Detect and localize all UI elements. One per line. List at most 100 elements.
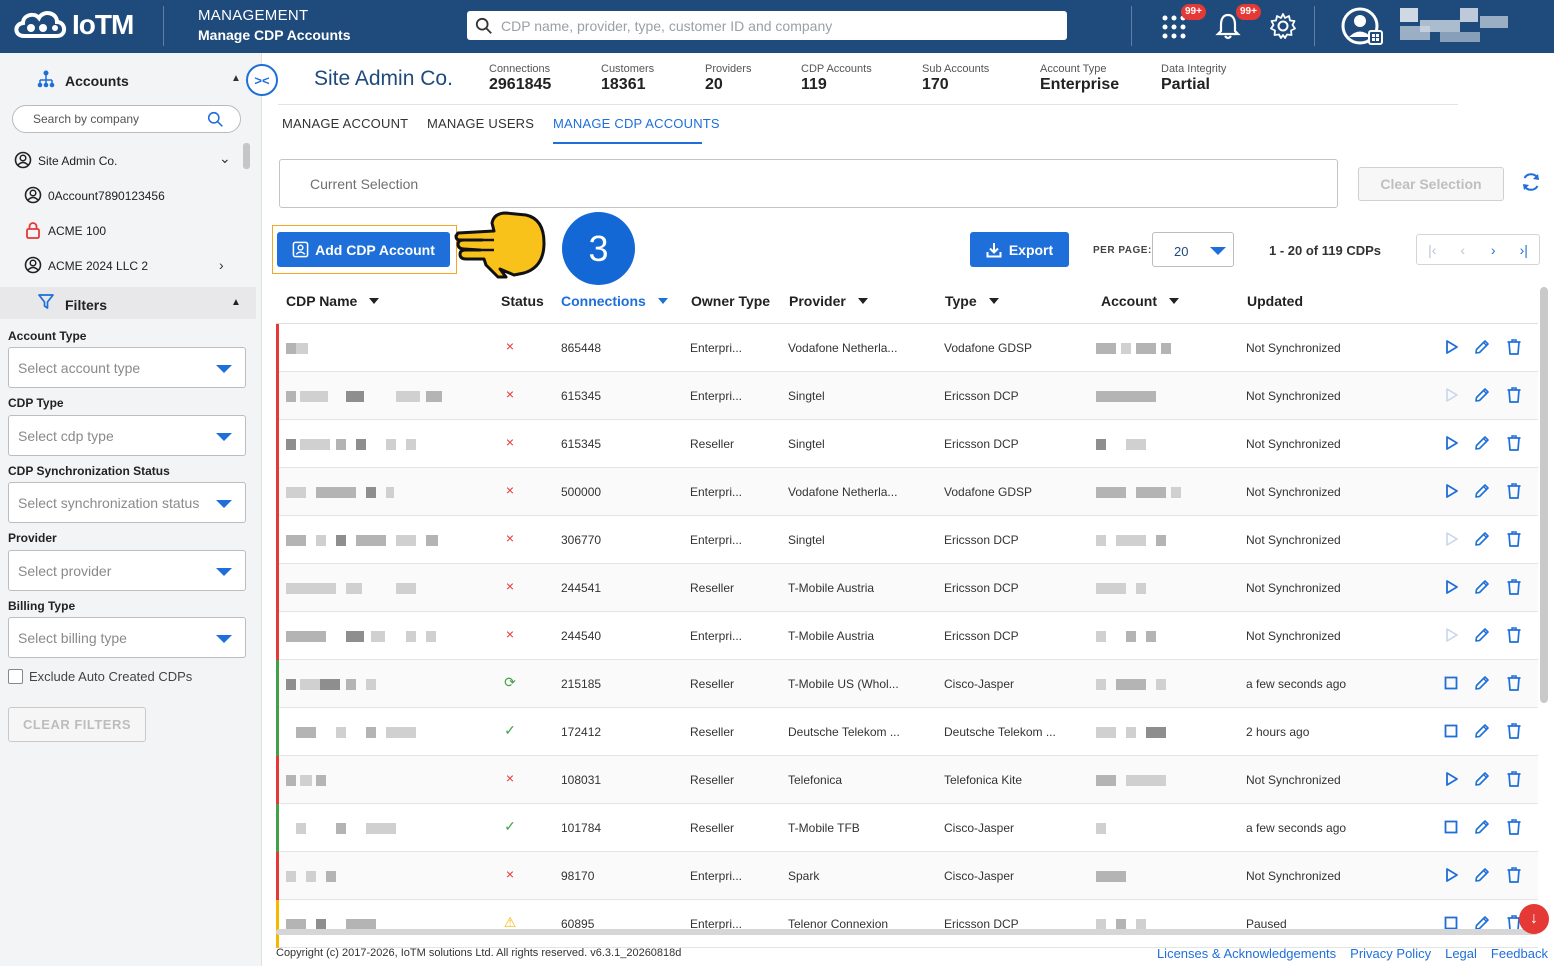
play-icon[interactable] <box>1442 626 1460 644</box>
feedback-link[interactable]: Feedback <box>1491 946 1548 961</box>
tab-manage-account[interactable]: MANAGE ACCOUNT <box>282 116 408 131</box>
sort-arrow-icon[interactable] <box>657 298 668 304</box>
play-icon[interactable] <box>1442 770 1460 788</box>
table-row[interactable]: × 306770 Enterpri... Singtel Ericsson DCP Not… <box>276 516 1538 564</box>
sort-arrow-icon[interactable] <box>857 298 868 304</box>
delete-icon[interactable] <box>1505 818 1523 836</box>
collapse-caret-icon[interactable]: ▲ <box>231 297 241 308</box>
clear-filters-button[interactable]: CLEAR FILTERS <box>8 707 146 742</box>
play-icon[interactable] <box>1442 482 1460 500</box>
table-row[interactable]: ✓ 101784 Reseller T-Mobile TFB Cisco-Jasper a… <box>276 804 1538 852</box>
table-row[interactable]: × 108031 Reseller Telefonica Telefonica Kite… <box>276 756 1538 804</box>
edit-icon[interactable] <box>1473 674 1491 692</box>
delete-icon[interactable] <box>1505 530 1523 548</box>
account-type-select[interactable]: Select account type <box>8 347 246 388</box>
edit-icon[interactable] <box>1473 578 1491 596</box>
privacy-policy-link[interactable]: Privacy Policy <box>1350 946 1431 961</box>
stop-icon[interactable] <box>1442 722 1460 740</box>
play-icon[interactable] <box>1442 434 1460 452</box>
edit-icon[interactable] <box>1473 530 1491 548</box>
edit-icon[interactable] <box>1473 434 1491 452</box>
refresh-icon[interactable] <box>1520 171 1542 193</box>
sort-arrow-icon[interactable] <box>1169 298 1179 304</box>
per-page-select[interactable]: 20 <box>1152 232 1234 267</box>
play-icon[interactable] <box>1442 386 1460 404</box>
table-row[interactable]: × 244540 Enterpri... T-Mobile Austria Ericss… <box>276 612 1538 660</box>
table-row[interactable]: ✓ 172412 Reseller Deutsche Telekom ... Deuts… <box>276 708 1538 756</box>
provider-select[interactable]: Select provider <box>8 550 246 591</box>
user-avatar-icon[interactable] <box>1340 6 1384 46</box>
edit-icon[interactable] <box>1473 386 1491 404</box>
delete-icon[interactable] <box>1505 770 1523 788</box>
tab-manage-users[interactable]: MANAGE USERS <box>427 116 534 131</box>
accounts-header[interactable]: Accounts ▲ <box>0 65 256 95</box>
table-row[interactable]: ⟳ 215185 Reseller T-Mobile US (Whol... Cisco… <box>276 660 1538 708</box>
delete-icon[interactable] <box>1505 482 1523 500</box>
sort-arrow-icon[interactable] <box>988 298 999 304</box>
edit-icon[interactable] <box>1473 866 1491 884</box>
sync-status-select[interactable]: Select synchronization status <box>8 482 246 523</box>
stop-icon[interactable] <box>1442 674 1460 692</box>
table-row[interactable]: × 500000 Enterpri... Vodafone Netherla... Vo… <box>276 468 1538 516</box>
table-row[interactable]: × 244541 Reseller T-Mobile Austria Ericsson … <box>276 564 1538 612</box>
edit-icon[interactable] <box>1473 626 1491 644</box>
global-search-input[interactable] <box>501 17 1061 34</box>
delete-icon[interactable] <box>1505 386 1523 404</box>
prev-page-icon[interactable]: ‹ <box>1448 235 1479 264</box>
first-page-icon[interactable]: |‹ <box>1417 235 1448 264</box>
search-icon[interactable] <box>207 111 224 128</box>
last-page-icon[interactable]: ›| <box>1509 235 1540 264</box>
delete-icon[interactable] <box>1505 578 1523 596</box>
company-search-input[interactable] <box>33 112 193 126</box>
stop-icon[interactable] <box>1442 818 1460 836</box>
tree-item-0account[interactable]: 0Account7890123456 <box>0 180 256 210</box>
table-horizontal-scrollbar[interactable] <box>276 929 1538 935</box>
global-search[interactable] <box>467 11 1067 40</box>
play-icon[interactable] <box>1442 530 1460 548</box>
chevron-right-icon[interactable]: › <box>219 257 224 273</box>
delete-icon[interactable] <box>1505 434 1523 452</box>
scroll-down-button[interactable]: ↓ <box>1519 904 1549 934</box>
edit-icon[interactable] <box>1473 338 1491 356</box>
delete-icon[interactable] <box>1505 866 1523 884</box>
tree-item-acme-2024[interactable]: ACME 2024 LLC 2 › <box>0 250 256 280</box>
column-header-type[interactable]: Type <box>945 293 999 309</box>
table-row[interactable]: × 615345 Enterpri... Singtel Ericsson DCP Not… <box>276 372 1538 420</box>
collapse-caret-icon[interactable]: ▲ <box>231 73 241 84</box>
delete-icon[interactable] <box>1505 722 1523 740</box>
next-page-icon[interactable]: › <box>1478 235 1509 264</box>
column-header-account[interactable]: Account <box>1101 293 1179 309</box>
company-search[interactable] <box>12 105 241 133</box>
edit-icon[interactable] <box>1473 770 1491 788</box>
column-header-provider[interactable]: Provider <box>789 293 868 309</box>
play-icon[interactable] <box>1442 338 1460 356</box>
table-row[interactable]: × 615345 Reseller Singtel Ericsson DCP Not Sy… <box>276 420 1538 468</box>
toggle-sidebar-button[interactable]: >< <box>246 64 278 96</box>
delete-icon[interactable] <box>1505 674 1523 692</box>
tab-manage-cdp-accounts[interactable]: MANAGE CDP ACCOUNTS <box>553 116 720 131</box>
table-row[interactable]: × 865448 Enterpri... Vodafone Netherla... Vo… <box>276 324 1538 372</box>
delete-icon[interactable] <box>1505 338 1523 356</box>
export-button[interactable]: Export <box>970 232 1069 267</box>
clear-selection-button[interactable]: Clear Selection <box>1358 167 1504 201</box>
sort-arrow-icon[interactable] <box>369 298 380 304</box>
exclude-auto-created-checkbox[interactable]: Exclude Auto Created CDPs <box>8 669 192 684</box>
add-cdp-account-button[interactable]: Add CDP Account <box>277 232 450 267</box>
billing-type-select[interactable]: Select billing type <box>8 617 246 658</box>
chevron-down-icon[interactable]: ⌄ <box>219 150 231 167</box>
edit-icon[interactable] <box>1473 722 1491 740</box>
table-row[interactable]: × 98170 Enterpri... Spark Cisco-Jasper Not Sy… <box>276 852 1538 900</box>
legal-link[interactable]: Legal <box>1445 946 1477 961</box>
licenses-link[interactable]: Licenses & Acknowledgements <box>1157 946 1336 961</box>
edit-icon[interactable] <box>1473 818 1491 836</box>
table-vertical-scrollbar[interactable] <box>1540 287 1548 703</box>
column-header-connections[interactable]: Connections <box>561 293 668 309</box>
tree-item-site-admin[interactable]: Site Admin Co. ⌄ <box>0 145 256 175</box>
delete-icon[interactable] <box>1505 626 1523 644</box>
edit-icon[interactable] <box>1473 482 1491 500</box>
filters-header[interactable]: Filters ▲ <box>0 287 256 319</box>
checkbox-box[interactable] <box>8 669 23 684</box>
current-selection-field[interactable]: Current Selection <box>279 159 1338 208</box>
table-row[interactable]: ⚠ 60895 Enterpri... Telenor Connexion Ericss… <box>276 900 1538 948</box>
play-icon[interactable] <box>1442 866 1460 884</box>
